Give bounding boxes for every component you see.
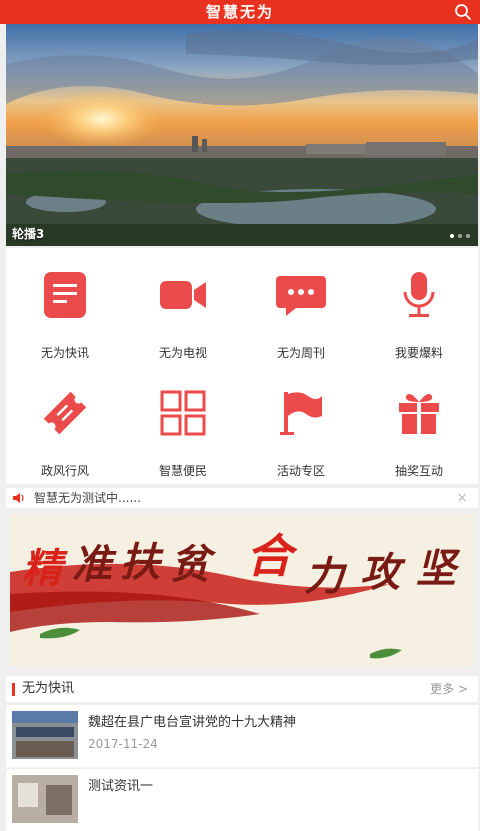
app-title: 智慧无为 [205, 3, 274, 21]
carousel-dot[interactable] [458, 234, 462, 238]
gift-icon [399, 394, 439, 434]
menu-item-services[interactable]: 智慧便民 [124, 366, 242, 484]
menu-item-news[interactable]: 无为快讯 [6, 248, 124, 366]
news-thumbnail [12, 775, 78, 823]
news-item[interactable]: 魏超在县广电台宣讲党的十九大精神 2017-11-24 [6, 704, 478, 767]
menu-item-activities[interactable]: 活动专区 [242, 366, 360, 484]
chat-bubble-icon [276, 276, 326, 316]
slogan-char: 准 [72, 541, 112, 588]
feature-grid: 无为快讯 无为电视 无为周刊 我要爆料 政风行风 智慧便民 活动专区 抽奖互动 [6, 248, 478, 484]
grid-icon [160, 390, 206, 436]
banner-image [6, 24, 478, 246]
menu-label: 抽奖互动 [394, 464, 443, 478]
slogan-char: 坚 [416, 545, 456, 592]
banner-caption: 轮播3 [12, 227, 45, 241]
microphone-icon [403, 272, 435, 317]
menu-item-tv[interactable]: 无为电视 [124, 248, 242, 366]
menu-label: 活动专区 [276, 464, 325, 478]
slogan-char: 扶 [120, 539, 160, 586]
carousel-indicators [450, 234, 470, 238]
news-date: 2017-11-24 [88, 737, 158, 751]
menu-item-report[interactable]: 我要爆料 [360, 248, 478, 366]
notice-text: 智慧无为测试中...... [34, 491, 141, 505]
notice-bar[interactable]: 智慧无为测试中...... × [6, 488, 478, 508]
section-title: 无为快讯 [22, 681, 75, 696]
news-title: 测试资讯一 [88, 779, 154, 794]
menu-item-lottery[interactable]: 抽奖互动 [360, 366, 478, 484]
close-icon[interactable]: × [456, 488, 468, 508]
slogan-char: 合 [246, 529, 292, 583]
top-bar: 智慧无为 [0, 0, 480, 24]
carousel-dot[interactable] [466, 234, 470, 238]
slogan-char: 攻 [360, 549, 400, 596]
news-thumbnail [12, 711, 78, 759]
carousel-dot[interactable] [450, 234, 454, 238]
news-section-header: 无为快讯 更多 > [6, 676, 478, 702]
menu-label: 智慧便民 [158, 464, 207, 478]
speaker-icon [13, 493, 24, 503]
menu-label: 无为电视 [158, 346, 207, 360]
menu-label: 政风行风 [40, 464, 89, 478]
slogan-char: 力 [304, 553, 344, 600]
video-camera-icon [160, 281, 206, 309]
news-title: 魏超在县广电台宣讲党的十九大精神 [88, 715, 297, 730]
slogan-char: 贫 [170, 541, 210, 588]
menu-item-governance[interactable]: 政风行风 [6, 366, 124, 484]
flag-icon [280, 392, 322, 435]
ticket-icon [43, 391, 87, 435]
more-link[interactable]: 更多 > [430, 676, 468, 702]
menu-item-weekly[interactable]: 无为周刊 [242, 248, 360, 366]
slogan-char: 精 [22, 545, 62, 592]
banner-carousel[interactable]: 轮播3 [6, 24, 478, 246]
search-icon[interactable] [454, 3, 472, 21]
menu-label: 无为快讯 [40, 346, 89, 360]
document-icon [44, 272, 86, 318]
section-accent-bar [12, 683, 15, 696]
promo-slogan: 精 准 扶 贫 合 力 攻 坚 [10, 514, 474, 666]
promo-banner[interactable]: 精 准 扶 贫 合 力 攻 坚 [10, 514, 474, 666]
menu-label: 无为周刊 [276, 346, 325, 360]
menu-label: 我要爆料 [394, 346, 443, 360]
